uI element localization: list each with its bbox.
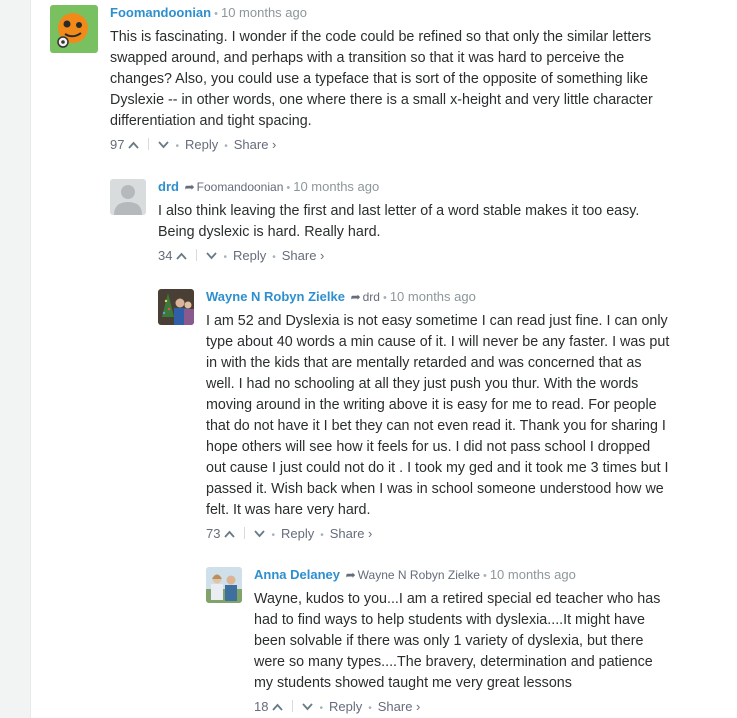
comment-footer: 18 • Reply • Share › — [254, 698, 421, 716]
avatar-photo-icon — [206, 567, 242, 603]
author-name[interactable]: drd — [158, 179, 179, 194]
upvote-icon[interactable] — [224, 525, 236, 543]
comment-time[interactable]: 10 months ago — [221, 5, 307, 20]
comment-drd: drd ➦ Foomandoonian • 10 months ago I also … — [110, 179, 670, 264]
comment-time[interactable]: 10 months ago — [293, 179, 379, 194]
reply-arrow-icon: ➦ — [350, 290, 361, 304]
vote-count: 97 — [110, 137, 125, 152]
comment-wayne: Wayne N Robyn Zielke ➦ drd • 10 months ago … — [158, 289, 670, 544]
reply-link[interactable]: Reply — [185, 137, 218, 152]
comment-footer: 73 • Reply • Share › — [206, 525, 373, 543]
comment-header: drd ➦ Foomandoonian • 10 months ago — [158, 179, 380, 194]
comment-header: Anna Delaney ➦ Wayne N Robyn Zielke • 10 mo… — [254, 567, 576, 582]
comment-foomandoonian: Foomandoonian • 10 months ago This is fasc… — [50, 5, 670, 155]
vote-count: 73 — [206, 526, 221, 541]
author-name[interactable]: Anna Delaney — [254, 567, 340, 582]
comment-header: Foomandoonian • 10 months ago — [110, 5, 307, 20]
avatar-foomandoonian-icon — [50, 5, 98, 53]
reply-arrow-icon: ➦ — [345, 568, 356, 582]
share-link[interactable]: Share › — [282, 248, 325, 263]
reply-arrow-icon: ➦ — [184, 180, 195, 194]
share-link[interactable]: Share › — [330, 526, 373, 541]
share-link[interactable]: Share › — [234, 137, 277, 152]
avatar[interactable] — [110, 179, 146, 215]
avatar[interactable] — [158, 289, 194, 325]
comment-text: I also think leaving the first and last … — [158, 203, 640, 240]
avatar[interactable] — [50, 5, 98, 53]
author-name[interactable]: Foomandoonian — [110, 5, 211, 20]
comment-header: Wayne N Robyn Zielke ➦ drd • 10 months ago — [206, 289, 476, 304]
upvote-icon[interactable] — [272, 698, 284, 716]
comment-time[interactable]: 10 months ago — [490, 567, 576, 582]
comment-text: This is fascinating. I wonder if the cod… — [110, 29, 653, 129]
default-avatar-icon — [110, 179, 146, 215]
downvote-icon[interactable] — [302, 698, 314, 716]
vote-count: 34 — [158, 248, 173, 263]
comment-text: I am 52 and Dyslexia is not easy sometim… — [206, 313, 670, 518]
comment-time[interactable]: 10 months ago — [390, 289, 476, 304]
reply-link[interactable]: Reply — [281, 526, 314, 541]
comment-text: Wayne, kudos to you...I am a retired spe… — [254, 591, 661, 691]
reply-link[interactable]: Reply — [329, 699, 362, 714]
vote-count: 18 — [254, 699, 269, 714]
upvote-icon[interactable] — [176, 247, 188, 265]
parent-author-link[interactable]: Foomandoonian — [197, 180, 284, 194]
comment-anna: Anna Delaney ➦ Wayne N Robyn Zielke • 10 mo… — [206, 567, 670, 717]
upvote-icon[interactable] — [128, 136, 140, 154]
avatar-photo-icon — [158, 289, 194, 325]
share-link[interactable]: Share › — [378, 699, 421, 714]
downvote-icon[interactable] — [158, 136, 170, 154]
avatar[interactable] — [206, 567, 242, 603]
thread-left-rail — [0, 0, 31, 718]
reply-link[interactable]: Reply — [233, 248, 266, 263]
comment-footer: 34 • Reply • Share › — [158, 247, 325, 265]
downvote-icon[interactable] — [254, 525, 266, 543]
author-name[interactable]: Wayne N Robyn Zielke — [206, 289, 345, 304]
parent-author-link[interactable]: Wayne N Robyn Zielke — [358, 568, 480, 582]
parent-author-link[interactable]: drd — [363, 290, 380, 304]
comment-footer: 97 • Reply • Share › — [110, 136, 277, 154]
downvote-icon[interactable] — [206, 247, 218, 265]
